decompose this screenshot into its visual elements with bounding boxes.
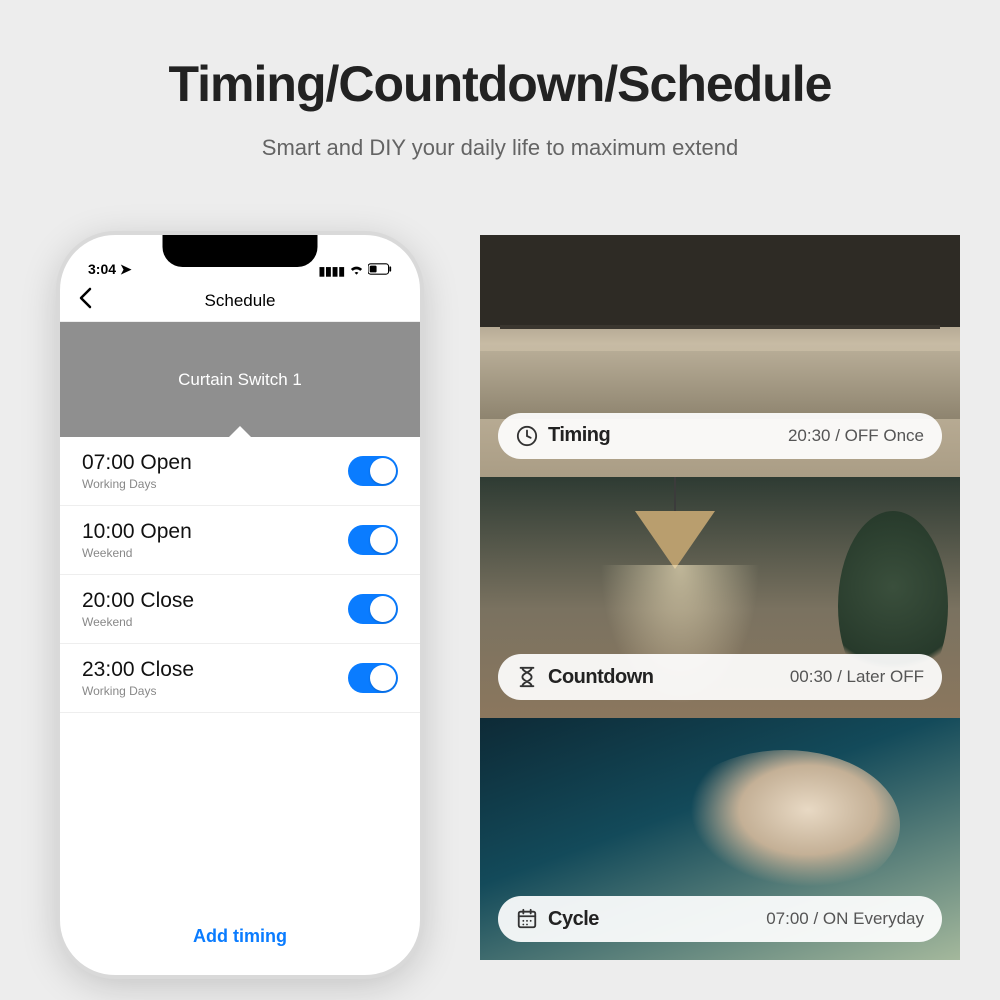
schedule-toggle[interactable]: [348, 594, 398, 624]
scene-label: Countdown: [548, 666, 653, 689]
schedule-toggle[interactable]: [348, 663, 398, 693]
scenes-panel: Timing 20:30 / OFF Once Countdown 00:30 …: [480, 235, 960, 960]
phone-mockup: 3:04 ➤ ▮▮▮▮ Schedule Curtain Switch 1: [60, 235, 420, 975]
schedule-row[interactable]: 07:00 Open Working Days: [60, 437, 420, 506]
scene-label: Timing: [548, 424, 610, 447]
scene-countdown: Countdown 00:30 / Later OFF: [480, 477, 960, 719]
device-name: Curtain Switch 1: [178, 370, 302, 390]
phone-notch: [163, 235, 318, 267]
scene-cycle: Cycle 07:00 / ON Everyday: [480, 718, 960, 960]
schedule-list: 07:00 Open Working Days 10:00 Open Weeke…: [60, 437, 420, 713]
schedule-row[interactable]: 23:00 Close Working Days: [60, 644, 420, 713]
device-banner: Curtain Switch 1: [60, 322, 420, 437]
schedule-days: Working Days: [82, 477, 192, 491]
schedule-time: 23:00 Close: [82, 658, 194, 682]
schedule-row[interactable]: 20:00 Close Weekend: [60, 575, 420, 644]
status-time: 3:04 ➤: [88, 261, 132, 278]
scene-pill: Countdown 00:30 / Later OFF: [498, 654, 942, 700]
scene-label: Cycle: [548, 908, 599, 931]
page-title: Timing/Countdown/Schedule: [0, 0, 1000, 113]
battery-icon: [368, 263, 392, 278]
schedule-row[interactable]: 10:00 Open Weekend: [60, 506, 420, 575]
scene-pill: Timing 20:30 / OFF Once: [498, 413, 942, 459]
page-subtitle: Smart and DIY your daily life to maximum…: [0, 135, 1000, 161]
status-icons: ▮▮▮▮: [319, 263, 392, 278]
scene-value: 07:00 / ON Everyday: [766, 909, 924, 929]
scene-value: 20:30 / OFF Once: [788, 426, 924, 446]
schedule-days: Weekend: [82, 615, 194, 629]
calendar-icon: [516, 908, 538, 930]
schedule-time: 20:00 Close: [82, 589, 194, 613]
schedule-days: Working Days: [82, 684, 194, 698]
add-timing-button[interactable]: Add timing: [60, 926, 420, 947]
schedule-toggle[interactable]: [348, 525, 398, 555]
schedule-time: 07:00 Open: [82, 451, 192, 475]
scene-value: 00:30 / Later OFF: [790, 667, 924, 687]
clock-icon: [516, 425, 538, 447]
schedule-time: 10:00 Open: [82, 520, 192, 544]
back-button[interactable]: [78, 287, 92, 315]
schedule-days: Weekend: [82, 546, 192, 560]
scene-timing: Timing 20:30 / OFF Once: [480, 235, 960, 477]
scene-pill: Cycle 07:00 / ON Everyday: [498, 896, 942, 942]
signal-icon: ▮▮▮▮: [319, 264, 345, 278]
app-header: Schedule: [60, 280, 420, 322]
header-title: Schedule: [205, 291, 276, 311]
hourglass-icon: [516, 666, 538, 688]
wifi-icon: [349, 263, 364, 278]
schedule-toggle[interactable]: [348, 456, 398, 486]
